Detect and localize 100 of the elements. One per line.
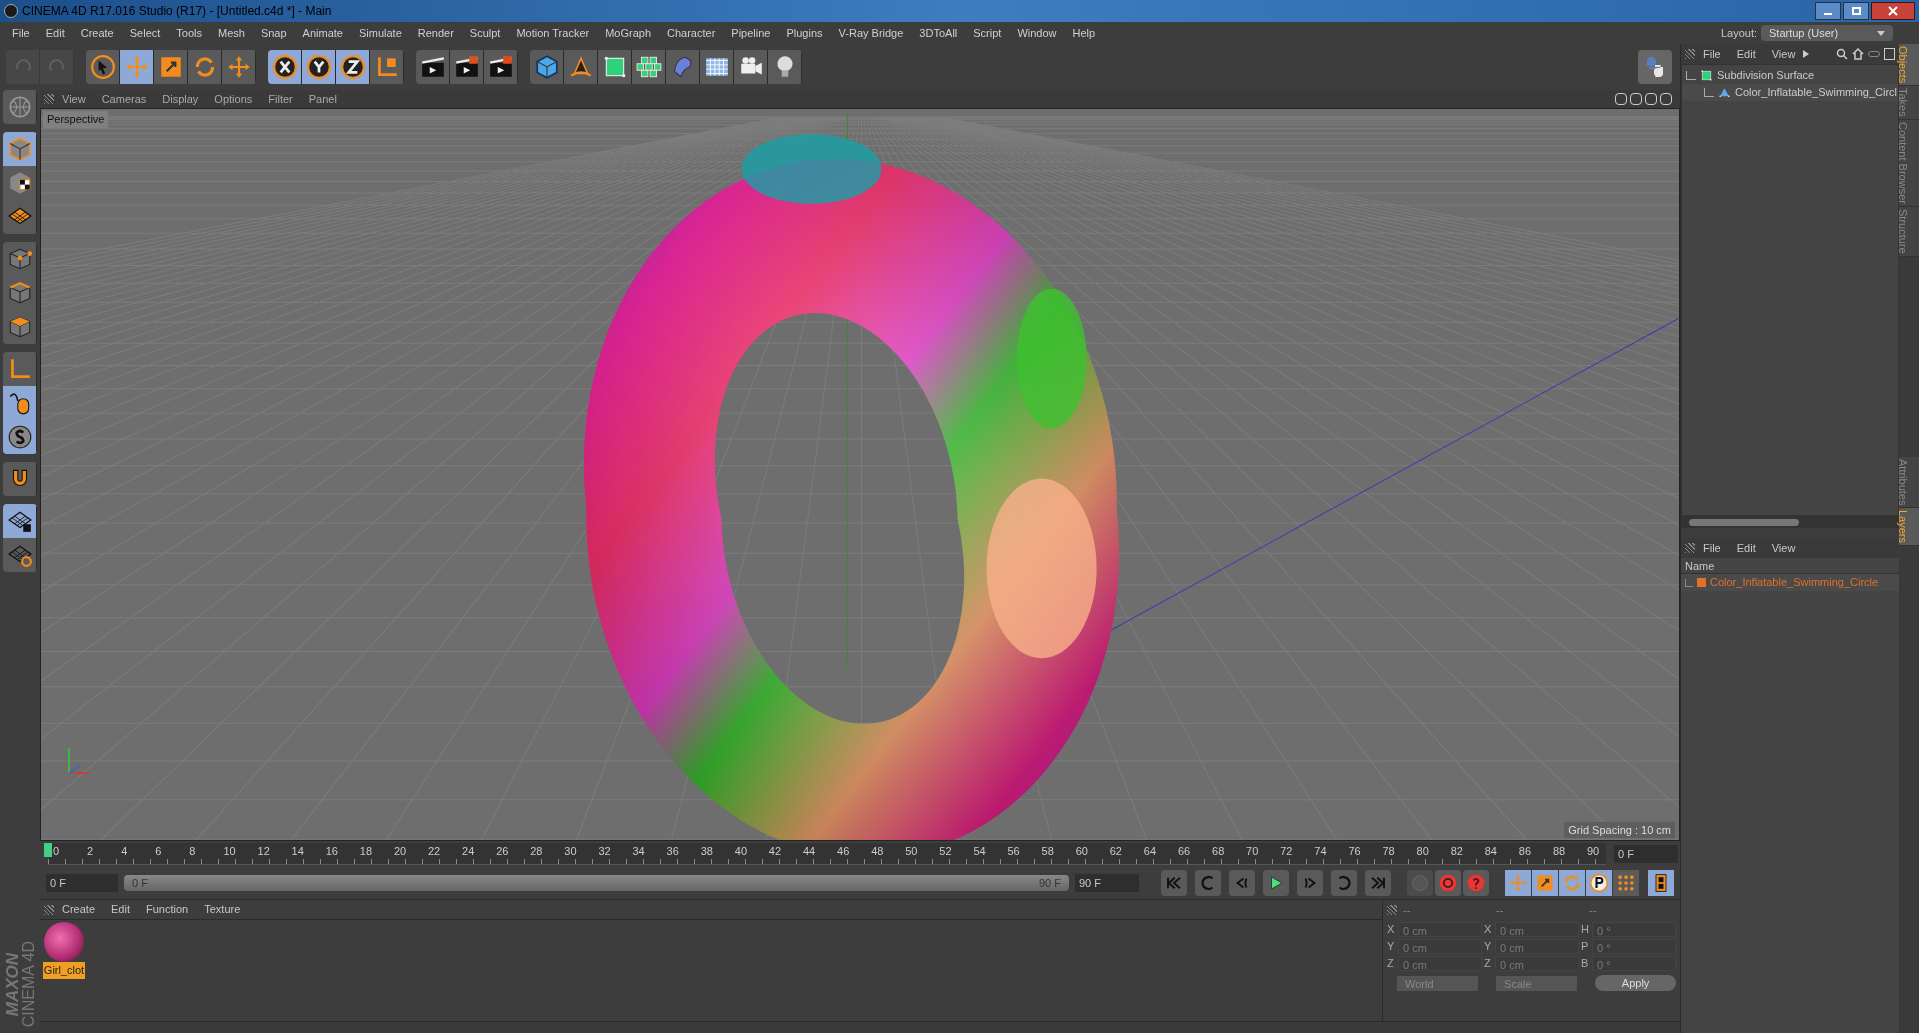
home-icon[interactable] xyxy=(1852,48,1864,60)
material-item[interactable]: Girl_clot xyxy=(42,922,86,979)
tool-button[interactable] xyxy=(3,200,37,234)
tool-button[interactable] xyxy=(3,420,37,454)
maximize-button[interactable] xyxy=(1843,2,1869,20)
menu-item[interactable]: 3DToAll xyxy=(911,24,966,42)
tool-button[interactable] xyxy=(3,386,37,420)
menu-item[interactable]: Render xyxy=(409,24,462,42)
menu-item[interactable]: View xyxy=(54,90,94,108)
menu-item[interactable]: Panel xyxy=(300,90,345,108)
menu-item[interactable]: File xyxy=(1695,45,1729,63)
menu-item[interactable]: Edit xyxy=(1728,539,1764,557)
layer-color-swatch[interactable] xyxy=(1697,578,1706,587)
key-mode-button[interactable] xyxy=(1586,870,1612,896)
menu-item[interactable]: Character xyxy=(659,24,724,42)
tool-button[interactable] xyxy=(222,50,256,84)
tool-button[interactable] xyxy=(336,50,370,84)
panel-grip-icon[interactable] xyxy=(44,94,54,104)
menu-item[interactable]: Sculpt xyxy=(461,24,509,42)
menu-item[interactable]: Create xyxy=(54,901,104,918)
menu-item[interactable]: Display xyxy=(154,90,207,108)
menu-item[interactable]: View xyxy=(1763,45,1804,63)
key-mode-button[interactable] xyxy=(1648,870,1674,896)
playback-button[interactable] xyxy=(1263,870,1289,896)
menu-item[interactable]: V-Ray Bridge xyxy=(830,24,912,42)
play-arrow-icon[interactable] xyxy=(1803,50,1810,58)
python-button[interactable] xyxy=(1638,50,1672,84)
side-tab[interactable]: Objects xyxy=(1899,44,1919,87)
playback-button[interactable] xyxy=(1195,870,1221,896)
tool-button[interactable] xyxy=(268,50,302,84)
record-button[interactable] xyxy=(1463,870,1489,896)
menu-item[interactable]: Pipeline xyxy=(723,24,779,42)
horizontal-scrollbar[interactable] xyxy=(1681,516,1899,528)
playback-button[interactable] xyxy=(1331,870,1357,896)
tool-button[interactable] xyxy=(416,50,450,84)
menu-item[interactable]: Filter xyxy=(260,90,301,108)
playback-button[interactable] xyxy=(1365,870,1391,896)
tool-button[interactable] xyxy=(632,50,666,84)
menu-item[interactable]: Texture xyxy=(196,901,249,918)
playback-button[interactable] xyxy=(1161,870,1187,896)
panel-grip-icon[interactable] xyxy=(44,904,54,915)
menu-item[interactable]: Snap xyxy=(252,24,295,42)
tool-button[interactable] xyxy=(768,50,802,84)
tool-button[interactable] xyxy=(700,50,734,84)
menu-item[interactable]: Edit xyxy=(103,901,138,918)
tool-button[interactable] xyxy=(302,50,336,84)
start-frame-field[interactable]: 0 F xyxy=(46,874,118,892)
tool-button[interactable] xyxy=(86,50,120,84)
tool-button[interactable] xyxy=(450,50,484,84)
panel-grip-icon[interactable] xyxy=(1685,49,1695,59)
side-tab[interactable]: Layers xyxy=(1899,508,1919,547)
current-frame-field[interactable]: 0 F xyxy=(1614,845,1678,863)
menu-item[interactable]: View xyxy=(1763,539,1804,557)
menu-item[interactable]: Script xyxy=(965,24,1010,42)
tool-button[interactable] xyxy=(564,50,598,84)
menu-item[interactable]: Cameras xyxy=(93,90,155,108)
menu-item[interactable]: Edit xyxy=(1728,45,1764,63)
layout-dropdown[interactable]: Startup (User) xyxy=(1761,25,1893,41)
tool-button[interactable] xyxy=(3,538,37,572)
playback-button[interactable] xyxy=(1297,870,1323,896)
tool-button[interactable] xyxy=(3,132,37,166)
new-window-icon[interactable] xyxy=(1884,48,1895,60)
tool-button[interactable] xyxy=(154,50,188,84)
menu-item[interactable]: Plugins xyxy=(778,24,831,42)
menu-item[interactable]: Help xyxy=(1064,24,1104,42)
tool-button[interactable] xyxy=(484,50,518,84)
menu-item[interactable]: Edit xyxy=(37,24,73,42)
record-button[interactable] xyxy=(1435,870,1461,896)
tool-button[interactable] xyxy=(3,310,37,344)
menu-item[interactable]: Create xyxy=(72,24,122,42)
viewport[interactable]: Perspective Grid Spacing : 10 cm xyxy=(40,108,1680,841)
tool-button[interactable] xyxy=(370,50,404,84)
tool-button[interactable] xyxy=(598,50,632,84)
search-icon[interactable] xyxy=(1836,48,1848,60)
menu-item[interactable]: Window xyxy=(1009,24,1065,42)
menu-item[interactable]: Mesh xyxy=(210,24,253,42)
tool-button[interactable] xyxy=(3,166,37,200)
menu-item[interactable]: Function xyxy=(138,901,197,918)
object-name[interactable]: Subdivision Surface xyxy=(1717,67,1815,84)
close-button[interactable] xyxy=(1871,2,1915,20)
panel-grip-icon[interactable] xyxy=(1685,543,1695,553)
tool-button[interactable] xyxy=(120,50,154,84)
menu-item[interactable]: MoGraph xyxy=(597,24,660,42)
menu-item[interactable]: Animate xyxy=(294,24,351,42)
menu-item[interactable]: File xyxy=(4,24,38,42)
minimize-button[interactable] xyxy=(1815,2,1841,20)
scrollbar-thumb[interactable] xyxy=(1689,518,1799,526)
menu-item[interactable]: Tools xyxy=(168,24,210,42)
tool-button[interactable] xyxy=(3,504,37,538)
menu-item[interactable]: Options xyxy=(206,90,261,108)
menu-item[interactable]: Simulate xyxy=(350,24,410,42)
menu-item[interactable]: Motion Tracker xyxy=(508,24,598,42)
end-frame-field[interactable]: 90 F xyxy=(1075,874,1139,892)
tool-button[interactable] xyxy=(734,50,768,84)
tool-button[interactable] xyxy=(3,352,37,386)
tool-button[interactable] xyxy=(188,50,222,84)
eye-icon[interactable] xyxy=(1868,51,1880,57)
playback-button[interactable] xyxy=(1229,870,1255,896)
tool-button[interactable] xyxy=(3,462,37,496)
menu-item[interactable]: Select xyxy=(121,24,169,42)
